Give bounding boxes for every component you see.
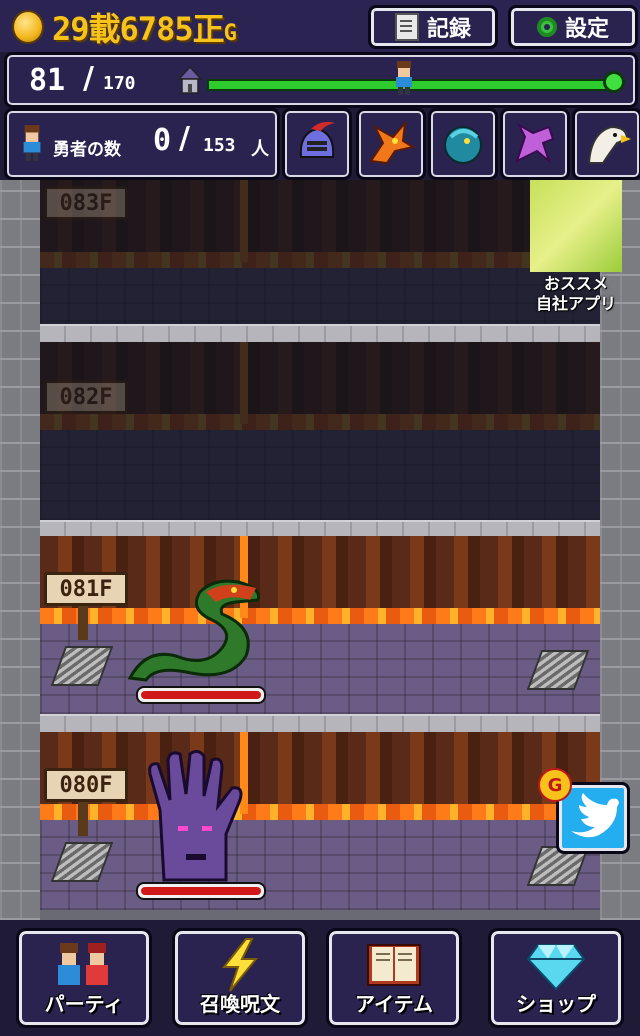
hero-count-label: 勇者の数 [53,140,121,160]
helmet-monster-icon [299,121,335,158]
shop-label: ショップ [516,992,596,1016]
party-heroes-icon [58,943,108,985]
floor-sign: 081F [44,572,128,606]
party-button[interactable]: パーティ [16,928,152,1028]
book-icon [367,944,421,986]
sea-serpent-icon [444,126,482,164]
record-label: 記録 [426,17,471,42]
twitter-bird-icon [571,793,619,838]
top-bar: 29載6785正G 記録 設定 [0,0,640,52]
shop-button[interactable]: ショップ [488,928,624,1028]
hero-position-icon [396,61,413,95]
summon-button[interactable]: 召喚呪文 [172,928,308,1028]
floor-082[interactable] [40,342,600,520]
current-floor: 81 [29,63,66,98]
hero-icon [23,125,41,161]
progress-goal-marker [603,71,625,93]
max-floor: 170 [103,73,136,94]
eagle-icon [587,125,631,164]
gear-icon [536,17,557,37]
floor-ledge [40,714,600,734]
settings-label: 設定 [564,17,609,42]
bottom-nav: パーティ 召喚呪文 アイテム ショップ [0,924,640,1036]
monster-slot-3[interactable] [428,108,498,180]
floor-sign: 080F [44,768,128,802]
monster-slot-4[interactable] [500,108,570,180]
gold-bonus-badge: G [538,768,572,802]
recommended-app-label[interactable]: おススメ 自社アプリ [522,274,630,314]
settings-button[interactable]: 設定 [508,5,638,49]
summon-label: 召喚呪文 [200,992,280,1016]
gold-amount: 29載6785正G [52,10,237,48]
hero-count-panel: 勇者の数 0 / 153 人 [4,108,280,180]
sign-post [78,802,88,836]
hero-count-slash: / [179,121,190,156]
purple-pegasus-icon [515,122,555,165]
enemy-hp-bar [136,882,266,900]
gold-coin-icon [12,10,44,44]
monster-slot-1[interactable] [282,108,352,180]
floor-sign: 083F [44,186,128,220]
gold-unit: G [223,21,237,46]
floor-080[interactable] [40,732,600,910]
items-button[interactable]: アイテム [326,928,462,1028]
diamond-icon [526,944,586,991]
items-label: アイテム [355,992,433,1016]
tower-icon [177,65,203,94]
hero-count-value: 0 [153,123,172,158]
record-button[interactable]: 記録 [368,5,498,49]
green-serpent-icon[interactable] [126,578,270,682]
orange-dragon-icon [369,119,416,165]
left-wall [0,180,40,920]
monster-slot-5[interactable] [572,108,640,180]
hero-count-total: 153 [203,135,236,156]
recommended-app-banner[interactable] [530,180,622,272]
floor-sign: 082F [44,380,128,414]
document-icon [394,13,419,41]
hero-count-unit: 人 [251,139,269,160]
purple-hand-monster-icon[interactable] [146,750,246,884]
floor-progress-panel: 81 / 170 [4,52,638,108]
floor-ledge [40,324,600,344]
floor-081[interactable] [40,536,600,714]
monster-slot-2[interactable] [356,108,426,180]
floor-slash: / [83,61,94,96]
enemy-hp-bar [136,686,266,704]
sign-post [78,606,88,640]
party-label: パーティ [44,992,124,1016]
lightning-icon [221,938,259,992]
